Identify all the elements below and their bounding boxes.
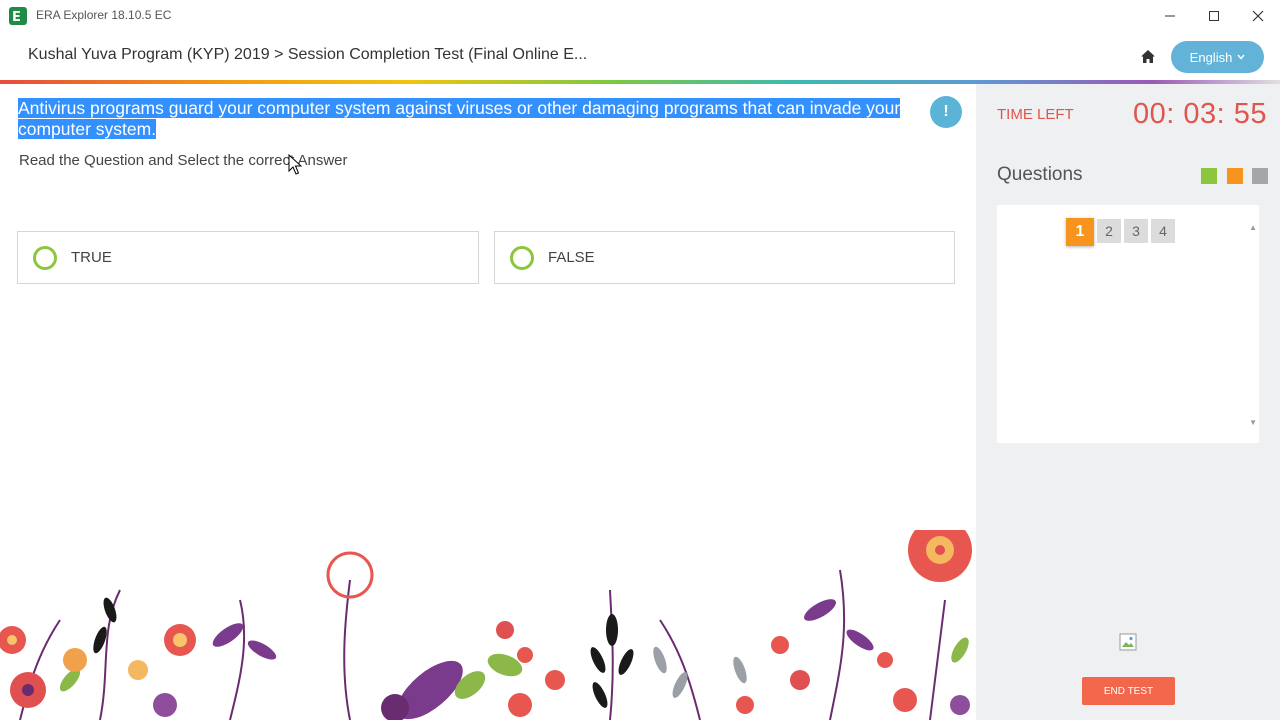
minimize-icon — [1165, 15, 1175, 17]
radio-circle-icon — [33, 245, 57, 270]
home-icon — [1141, 49, 1155, 63]
question-text: Antivirus programs guard your computer s… — [18, 98, 926, 140]
end-test-button[interactable]: END TEST — [1082, 677, 1175, 705]
question-text-selected: Antivirus programs guard your computer s… — [18, 98, 901, 139]
breadcrumb: Kushal Yuva Program (KYP) 2019 > Session… — [28, 46, 588, 63]
window-title: ERA Explorer 18.10.5 EC — [36, 8, 172, 22]
close-button[interactable] — [1236, 0, 1280, 32]
timer-value: 00: 03: 55 — [1133, 98, 1267, 130]
minimize-button[interactable] — [1148, 0, 1192, 32]
question-area: Antivirus programs guard your computer s… — [0, 84, 976, 720]
question-number-4[interactable]: 4 — [1151, 219, 1175, 243]
question-number-list: 1 2 3 4 — [1066, 218, 1175, 246]
question-navigator: 1 2 3 4 ▲ ▼ — [997, 205, 1259, 443]
answer-option-label: TRUE — [71, 249, 112, 266]
maximize-icon — [1209, 11, 1219, 21]
question-number-1[interactable]: 1 — [1066, 218, 1094, 246]
svg-text:E: E — [12, 10, 21, 25]
scroll-up-icon[interactable]: ▲ — [1249, 223, 1257, 232]
legend-unanswered — [1252, 168, 1268, 184]
question-number-3[interactable]: 3 — [1124, 219, 1148, 243]
close-icon — [1252, 10, 1264, 22]
floral-decoration — [0, 530, 972, 720]
app-logo-icon: E — [9, 7, 27, 25]
window-titlebar: E ERA Explorer 18.10.5 EC — [0, 0, 1280, 32]
language-dropdown[interactable]: English — [1171, 41, 1264, 73]
mouse-cursor-icon — [288, 154, 302, 175]
radio-circle-icon — [510, 245, 534, 270]
question-number-2[interactable]: 2 — [1097, 219, 1121, 243]
side-panel: TIME LEFT 00: 03: 55 Questions 1 2 3 4 ▲… — [976, 84, 1280, 720]
info-badge[interactable]: ! — [930, 96, 962, 128]
maximize-button[interactable] — [1192, 0, 1236, 32]
legend-answered — [1201, 168, 1217, 184]
home-button[interactable] — [1137, 45, 1159, 67]
answer-option-label: FALSE — [548, 249, 595, 266]
legend-current — [1227, 168, 1243, 184]
answer-option-true[interactable]: TRUE — [17, 231, 479, 284]
questions-title: Questions — [997, 164, 1083, 185]
chevron-down-icon — [1237, 54, 1245, 60]
app-header: Kushal Yuva Program (KYP) 2019 > Session… — [0, 32, 1280, 80]
answer-option-false[interactable]: FALSE — [494, 231, 955, 284]
language-label: English — [1189, 49, 1233, 65]
broken-image-icon — [1119, 633, 1137, 651]
time-left-label: TIME LEFT — [997, 106, 1074, 123]
scroll-down-icon[interactable]: ▼ — [1249, 418, 1257, 427]
